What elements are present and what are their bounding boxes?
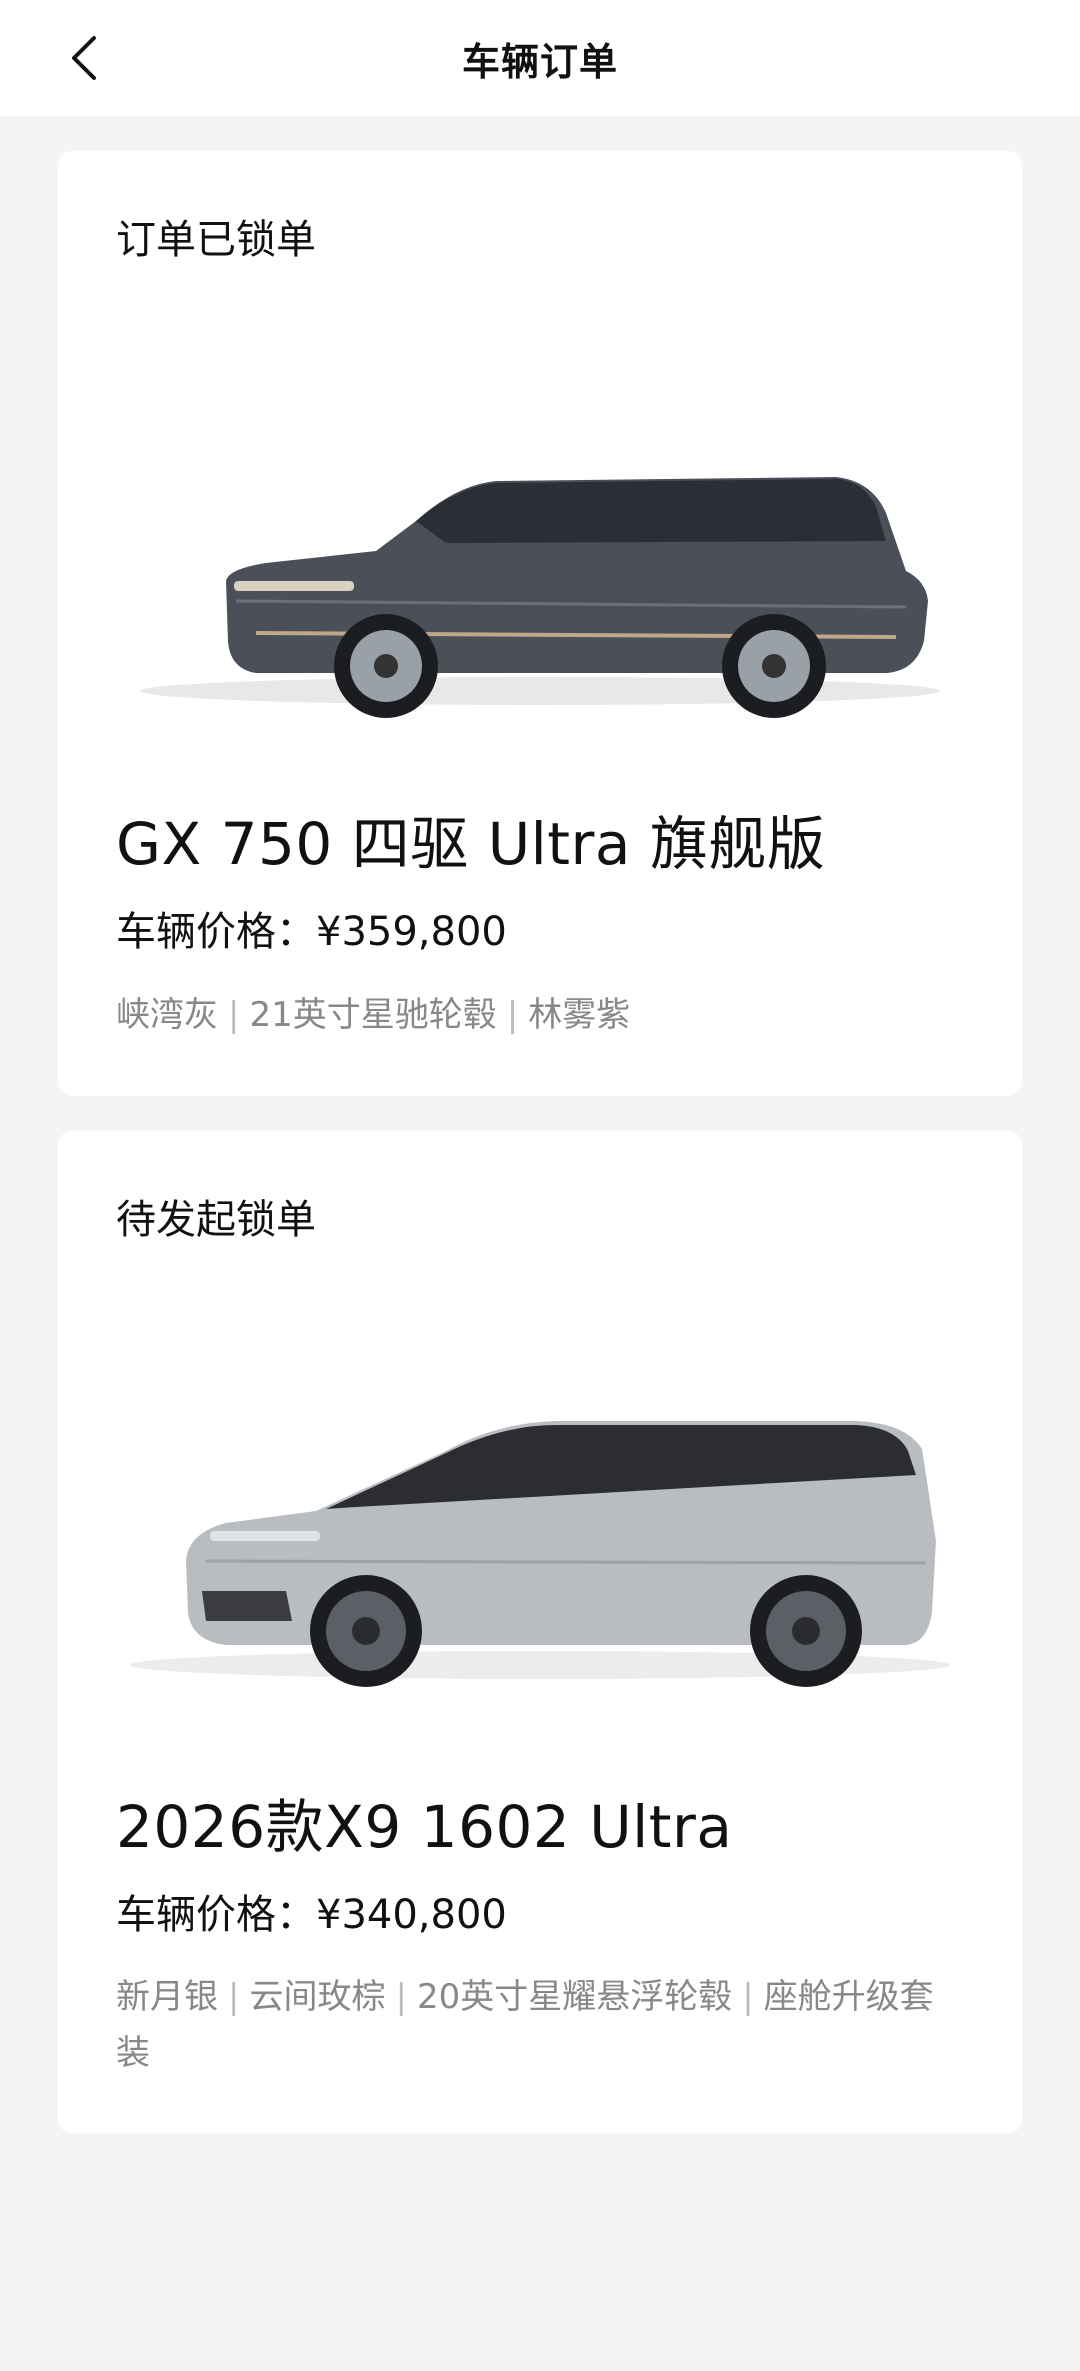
top-bar: 车辆订单 — [0, 0, 1080, 116]
mpv-image — [116, 1261, 964, 1711]
separator: | — [742, 1977, 754, 2017]
price-value: ¥340,800 — [316, 1892, 507, 1938]
separator: | — [395, 1977, 407, 2017]
order-status: 订单已锁单 — [116, 217, 316, 263]
suv-image — [116, 281, 964, 731]
option-color: 峡湾灰 — [116, 995, 218, 1035]
chevron-left-icon — [72, 36, 96, 80]
order-card[interactable]: 订单已锁单 GX 750 四驱 Ultra 旗舰版 车辆价格：¥359,800 … — [58, 151, 1022, 1096]
option-exterior: 新月银 — [116, 1977, 218, 2017]
order-status: 待发起锁单 — [116, 1197, 316, 1243]
option-wheels: 20英寸星耀悬浮轮毂 — [416, 1977, 733, 2017]
vehicle-price: 车辆价格：¥359,800 — [116, 899, 507, 957]
back-button[interactable] — [48, 22, 120, 94]
separator: | — [506, 995, 519, 1035]
price-label: 车辆价格： — [116, 1892, 316, 1938]
order-card[interactable]: 待发起锁单 2026款X9 1602 Ultra 车辆价格：¥340,800 新… — [58, 1131, 1022, 2133]
option-interior: 云间玫棕 — [249, 1977, 386, 2017]
price-value: ¥359,800 — [316, 909, 507, 955]
model-name: 2026款X9 1602 Ultra — [116, 1793, 733, 1861]
option-interior: 林雾紫 — [528, 995, 631, 1035]
separator: | — [228, 995, 240, 1035]
vehicle-price: 车辆价格：¥340,800 — [116, 1882, 507, 1940]
price-label: 车辆价格： — [116, 909, 316, 955]
config-options: 峡湾灰 | 21英寸星驰轮毂 | 林雾紫 — [116, 987, 964, 1043]
page-title: 车辆订单 — [461, 39, 618, 84]
model-name: GX 750 四驱 Ultra 旗舰版 — [116, 810, 826, 878]
config-options: 新月银 | 云间玫棕 | 20英寸星耀悬浮轮毂 | 座舱升级套装 — [116, 1969, 964, 2081]
option-wheels: 21英寸星驰轮毂 — [249, 995, 497, 1035]
separator: | — [228, 1977, 240, 2017]
